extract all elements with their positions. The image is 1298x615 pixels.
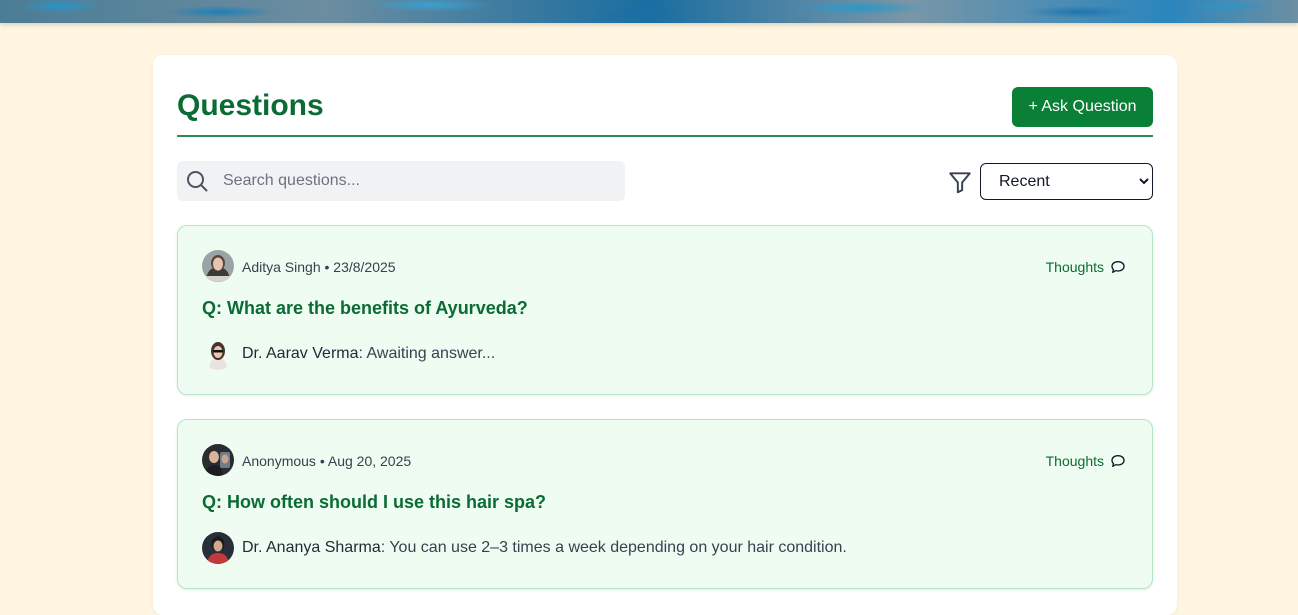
header-banner-image	[0, 0, 1298, 23]
sort-select[interactable]: Recent	[980, 163, 1153, 200]
author-name: Anonymous	[242, 453, 316, 469]
question-title[interactable]: Q: What are the benefits of Ayurveda?	[202, 298, 528, 319]
question-date: 23/8/2025	[333, 259, 396, 275]
doctor-name: Dr. Aarav Verma	[242, 345, 359, 362]
question-title[interactable]: Q: How often should I use this hair spa?	[202, 492, 546, 513]
chat-bubble-icon	[1111, 455, 1125, 467]
question-date: Aug 20, 2025	[327, 453, 412, 469]
user-avatar	[202, 444, 234, 476]
doctor-avatar	[202, 532, 234, 564]
question-meta: Anonymous • Aug 20, 2025	[242, 453, 411, 469]
thoughts-link[interactable]: Thoughts	[1046, 453, 1126, 469]
answer-text: Dr. Ananya Sharma: You can use 2–3 times…	[242, 539, 847, 557]
answer-body: : Awaiting answer...	[358, 345, 496, 362]
question-card: Anonymous • Aug 20, 2025 Thoughts Q: How…	[177, 419, 1153, 589]
filter-icon[interactable]	[947, 169, 973, 195]
doctor-name: Dr. Ananya Sharma	[242, 539, 381, 556]
search-input[interactable]	[223, 161, 613, 201]
thoughts-label: Thoughts	[1045, 259, 1104, 275]
page-title: Questions	[177, 89, 324, 122]
ask-question-button[interactable]: + Ask Question	[1012, 87, 1153, 127]
user-avatar	[202, 250, 234, 282]
questions-panel: Questions + Ask Question Recent Aditya S…	[153, 55, 1177, 615]
author-name: Aditya Singh	[242, 259, 321, 275]
question-meta: Aditya Singh • 23/8/2025	[242, 259, 396, 275]
answer-body: : You can use 2–3 times a week depending…	[380, 539, 847, 556]
answer-text: Dr. Aarav Verma: Awaiting answer...	[242, 345, 495, 363]
meta-separator: •	[324, 259, 330, 275]
chat-bubble-icon	[1111, 261, 1125, 273]
question-card: Aditya Singh • 23/8/2025 Thoughts Q: Wha…	[177, 225, 1153, 395]
questions-header: Questions + Ask Question	[177, 87, 1153, 137]
doctor-avatar	[202, 338, 234, 370]
search-bar	[177, 161, 625, 201]
meta-separator: •	[319, 453, 325, 469]
thoughts-label: Thoughts	[1045, 453, 1104, 469]
search-icon	[187, 171, 208, 192]
thoughts-link[interactable]: Thoughts	[1046, 259, 1126, 275]
